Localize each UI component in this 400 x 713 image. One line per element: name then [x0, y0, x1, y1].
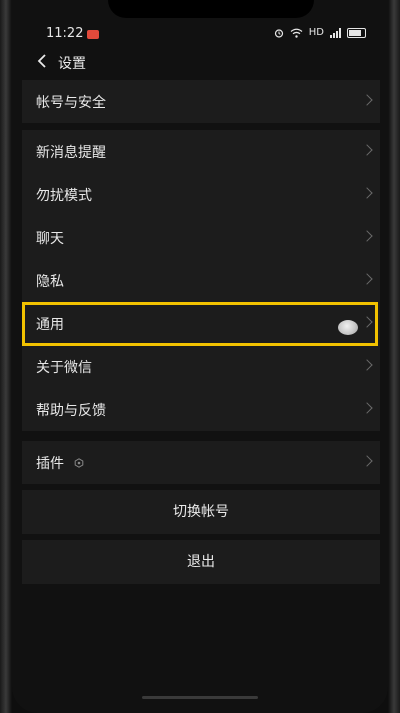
settings-item-account-security[interactable]: 帐号与安全 — [22, 80, 380, 123]
notch — [108, 0, 314, 18]
status-time: 11:22 — [46, 26, 84, 41]
settings-item-label: 关于微信 — [36, 359, 92, 376]
chevron-right-icon — [361, 273, 373, 285]
settings-item-label: 帐号与安全 — [36, 94, 106, 111]
record-icon — [87, 30, 99, 39]
chevron-right-icon — [361, 455, 373, 467]
screen: 11:22 HD 设置 帐号与安全 新消息提醒 勿扰模式 聊天 隐私 通用 关于… — [12, 0, 388, 713]
settings-group-main: 新消息提醒 勿扰模式 聊天 隐私 通用 关于微信 帮助与反馈 — [22, 130, 380, 431]
settings-item-notifications[interactable]: 新消息提醒 — [22, 130, 380, 173]
settings-group-plugins: 插件 — [22, 441, 380, 484]
settings-item-plugins[interactable]: 插件 — [22, 441, 380, 484]
status-indicators: HD — [274, 27, 366, 38]
settings-item-do-not-disturb[interactable]: 勿扰模式 — [22, 173, 380, 216]
chevron-right-icon — [361, 187, 373, 199]
settings-item-label: 通用 — [36, 316, 64, 333]
chevron-right-icon — [361, 144, 373, 156]
chevron-right-icon — [361, 94, 373, 106]
battery-icon — [347, 27, 366, 38]
hexagon-icon — [74, 457, 84, 468]
settings-item-general[interactable]: 通用 — [22, 302, 380, 345]
signal-icon — [330, 27, 341, 38]
settings-item-label: 勿扰模式 — [36, 187, 92, 204]
settings-group-account: 帐号与安全 — [22, 80, 380, 123]
switch-account-button[interactable]: 切换帐号 — [22, 490, 380, 534]
status-bar: 11:22 HD — [12, 18, 388, 42]
home-indicator[interactable] — [142, 696, 258, 699]
settings-item-label: 新消息提醒 — [36, 144, 106, 161]
phone-frame: 11:22 HD 设置 帐号与安全 新消息提醒 勿扰模式 聊天 隐私 通用 关于… — [0, 0, 400, 713]
page-title: 设置 — [58, 56, 86, 72]
settings-item-label: 插件 — [36, 455, 64, 472]
network-type: HD — [308, 27, 324, 38]
wifi-icon — [290, 28, 303, 38]
chevron-left-icon[interactable] — [34, 52, 52, 70]
settings-item-label: 隐私 — [36, 273, 64, 290]
alarm-icon — [274, 28, 283, 38]
chevron-right-icon — [361, 359, 373, 371]
settings-item-about[interactable]: 关于微信 — [22, 345, 380, 388]
settings-item-chat[interactable]: 聊天 — [22, 216, 380, 259]
chevron-right-icon — [361, 402, 373, 414]
nav-header: 设置 — [12, 46, 388, 78]
chevron-right-icon — [361, 316, 373, 328]
chevron-right-icon — [361, 230, 373, 242]
logout-button[interactable]: 退出 — [22, 540, 380, 584]
touch-cursor — [338, 320, 358, 335]
settings-item-privacy[interactable]: 隐私 — [22, 259, 380, 302]
settings-item-help-feedback[interactable]: 帮助与反馈 — [22, 388, 380, 431]
settings-item-label: 聊天 — [36, 230, 64, 247]
settings-item-label: 帮助与反馈 — [36, 402, 106, 419]
